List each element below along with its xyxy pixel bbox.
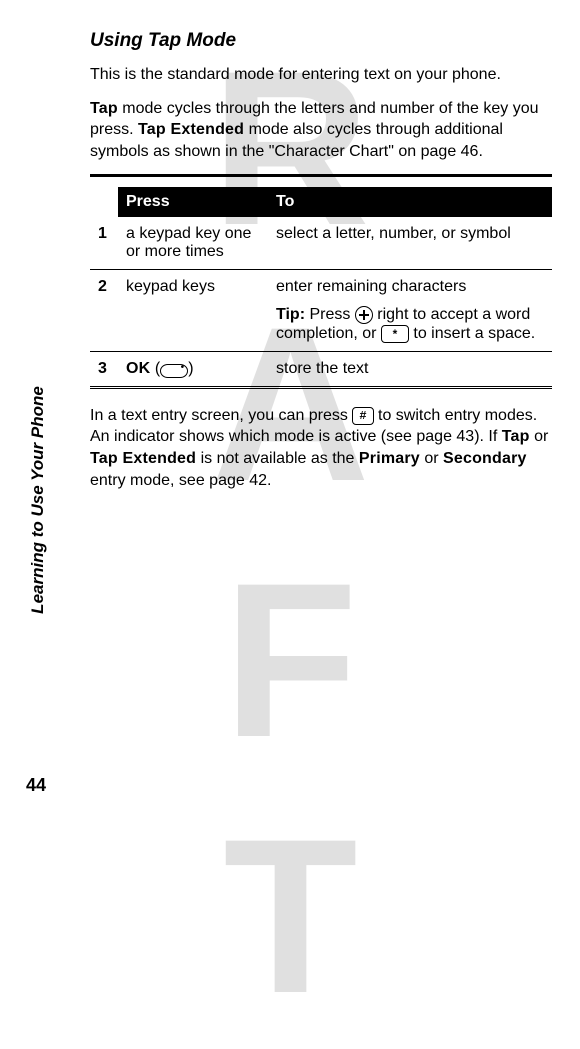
table-row: 2 keypad keys enter remaining characters… <box>90 270 552 351</box>
softkey-icon <box>160 364 188 378</box>
tap-mode-paragraph: Tap mode cycles through the letters and … <box>90 98 552 163</box>
col-press-header: Press <box>118 187 268 217</box>
footer-paragraph: In a text entry screen, you can press # … <box>90 405 552 491</box>
navigation-key-icon <box>355 306 373 324</box>
hash-key-icon: # <box>352 407 373 425</box>
instruction-table: Press To 1 a keypad key one or more time… <box>90 174 552 388</box>
vertical-section-label: Learning to Use Your Phone <box>18 370 58 630</box>
page-number: 44 <box>26 775 46 796</box>
table-row: 1 a keypad key one or more times select … <box>90 217 552 270</box>
table-header-row: Press To <box>90 187 552 217</box>
intro-paragraph: This is the standard mode for entering t… <box>90 64 552 86</box>
star-key-icon: * <box>381 325 409 343</box>
section-heading: Using Tap Mode <box>90 30 552 52</box>
col-to-header: To <box>268 187 552 217</box>
table-row: 3 OK () store the text <box>90 351 552 387</box>
